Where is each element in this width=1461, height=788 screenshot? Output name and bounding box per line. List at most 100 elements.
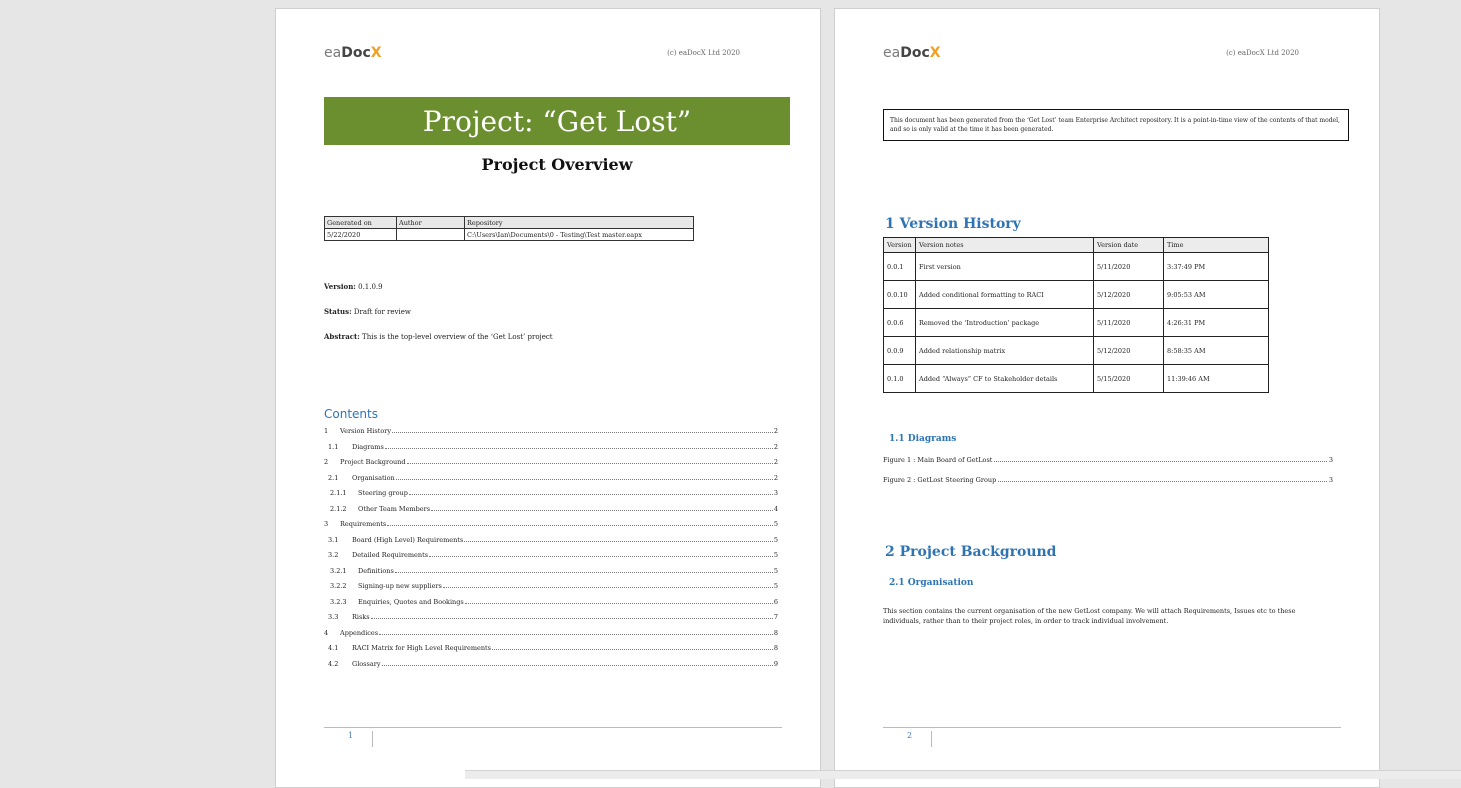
history-time: 3:37:49 PM: [1163, 252, 1269, 281]
toc-page: 5: [773, 551, 778, 559]
history-time: 8:58:35 AM: [1163, 336, 1269, 365]
toc-number: 4.2: [328, 659, 339, 668]
history-time: 4:26:31 PM: [1163, 308, 1269, 337]
toc-number: 3.2.2: [330, 582, 347, 590]
history-notes: Added “Always” CF to Stakeholder details: [915, 364, 1094, 393]
table-row: 0.0.6 Removed the ‘Introduction’ package…: [883, 308, 1269, 337]
toc-leader: [408, 489, 773, 495]
history-header-version: Version: [883, 237, 916, 253]
toc-leader: [442, 582, 773, 588]
version-history-heading: 1 Version History: [885, 216, 1021, 232]
table-of-contents: 1 Version History 2 1.1 Diagrams 2 2 Project Ba…: [324, 427, 778, 675]
organisation-paragraph: This section contains the current organi…: [883, 607, 1296, 625]
page-header-copyright: (c) eaDocX Ltd 2020: [1226, 49, 1299, 57]
toc-entry[interactable]: 1 Version History 2: [324, 427, 778, 443]
toc-page: 5: [773, 535, 778, 544]
figure-text: Figure 2 : GetLost Steering Group: [883, 476, 997, 484]
toc-entry[interactable]: 4.1 RACI Matrix for High Level Requiremen…: [324, 644, 778, 660]
toc-entry[interactable]: 3 Requirements 5: [324, 520, 778, 536]
history-header-time: Time: [1163, 237, 1269, 253]
toc-number: 3: [324, 520, 329, 528]
toc-page: 5: [773, 520, 778, 528]
table-row: 0.0.1 First version 5/11/2020 3:37:49 PM: [883, 252, 1269, 281]
toc-number: 3.2: [328, 551, 339, 559]
project-background-heading: 2 Project Background: [885, 544, 1057, 560]
history-notes: Added relationship matrix: [915, 336, 1094, 365]
toc-page: 8: [773, 628, 778, 637]
meta-header-author: Author: [396, 216, 465, 229]
figure-text: Figure 1 : Main Board of GetLost: [883, 456, 993, 464]
toc-entry[interactable]: 3.1 Board (High Level) Requirements 5: [324, 536, 778, 552]
document-page-1: eaDocX (c) eaDocX Ltd 2020 Project: “Get…: [275, 8, 821, 788]
toc-entry[interactable]: 3.2.2 Signing-up new suppliers 5: [324, 582, 778, 598]
toc-entry[interactable]: 4 Appendices 8: [324, 629, 778, 645]
document-meta-table: Generated on Author Repository 5/22/2020…: [324, 216, 694, 241]
history-date: 5/12/2020: [1093, 280, 1164, 309]
history-version: 0.0.9: [883, 336, 916, 365]
toc-entry[interactable]: 3.2 Detailed Requirements 5: [324, 551, 778, 567]
meta-header-generated: Generated on: [324, 216, 397, 229]
toc-leader: [464, 598, 773, 604]
toc-number: 1: [324, 427, 329, 435]
toc-number: 3.2.3: [330, 597, 347, 606]
toc-page: 2: [773, 458, 778, 466]
page-number: 2: [903, 731, 932, 747]
toc-leader: [431, 505, 773, 511]
document-title: Project: “Get Lost”: [324, 97, 790, 145]
toc-entry[interactable]: 1.1 Diagrams 2: [324, 443, 778, 459]
meta-repository-value: C:\Users\Ian\Documents\0 - Testing\Test …: [464, 228, 694, 241]
toc-title: Appendices: [340, 628, 379, 637]
toc-entry[interactable]: 4.2 Glossary 9: [324, 660, 778, 676]
history-date: 5/11/2020: [1093, 308, 1164, 337]
toc-page: 5: [773, 566, 778, 575]
history-notes: First version: [915, 252, 1094, 281]
toc-title: Project Background: [340, 458, 406, 466]
toc-title: Detailed Requirements: [352, 551, 429, 559]
diagrams-heading: 1.1 Diagrams: [889, 434, 957, 444]
history-version: 0.0.6: [883, 308, 916, 337]
toc-page: 8: [773, 644, 778, 652]
toc-entry[interactable]: 2 Project Background 2: [324, 458, 778, 474]
toc-page: 2: [773, 473, 778, 482]
history-time: 11:39:46 AM: [1163, 364, 1269, 393]
figure-link[interactable]: Figure 1 : Main Board of GetLost 3: [883, 456, 1333, 464]
toc-title: Organisation: [352, 473, 395, 482]
table-row: 0.1.0 Added “Always” CF to Stakeholder d…: [883, 364, 1269, 393]
toc-title: Requirements: [340, 520, 387, 528]
toc-entry[interactable]: 3.3 Risks 7: [324, 613, 778, 629]
toc-entry[interactable]: 2.1 Organisation 2: [324, 474, 778, 490]
toc-entry[interactable]: 3.2.3 Enquiries, Quotes and Bookings 6: [324, 598, 778, 614]
table-row: 0.0.10 Added conditional formatting to R…: [883, 280, 1269, 309]
figure-page: 3: [1328, 476, 1333, 484]
footer-rule: [883, 727, 1341, 728]
meta-author-value: [396, 228, 465, 241]
toc-leader: [464, 536, 773, 542]
toc-number: 2.1: [328, 473, 339, 482]
history-date: 5/15/2020: [1093, 364, 1164, 393]
toc-leader: [370, 613, 773, 619]
figure-link[interactable]: Figure 2 : GetLost Steering Group 3: [883, 476, 1333, 484]
toc-leader: [394, 567, 773, 573]
toc-entry[interactable]: 2.1.1 Steering group 3: [324, 489, 778, 505]
toc-title: Signing-up new suppliers: [358, 582, 442, 590]
toc-number: 2.1.2: [330, 504, 347, 513]
toc-title: Enquiries, Quotes and Bookings: [358, 597, 464, 606]
eadocx-logo: eaDocX: [883, 45, 941, 61]
toc-entry[interactable]: 2.1.2 Other Team Members 4: [324, 505, 778, 521]
history-version: 0.0.10: [883, 280, 916, 309]
toc-leader: [406, 458, 773, 464]
toc-number: 3.1: [328, 535, 339, 544]
organisation-heading: 2.1 Organisation: [889, 578, 974, 588]
toc-entry[interactable]: 3.2.1 Definitions 5: [324, 567, 778, 583]
toc-title: Definitions: [358, 566, 394, 575]
toc-page: 7: [773, 613, 778, 621]
toc-number: 1.1: [328, 442, 339, 451]
toc-title: Other Team Members: [358, 504, 431, 513]
history-version: 0.1.0: [883, 364, 916, 393]
toc-leader: [492, 644, 773, 650]
meta-header-repository: Repository: [464, 216, 694, 229]
toc-page: 4: [773, 504, 778, 513]
contents-heading: Contents: [324, 407, 378, 421]
eadocx-logo: eaDocX: [324, 45, 382, 61]
toc-leader: [387, 520, 773, 526]
